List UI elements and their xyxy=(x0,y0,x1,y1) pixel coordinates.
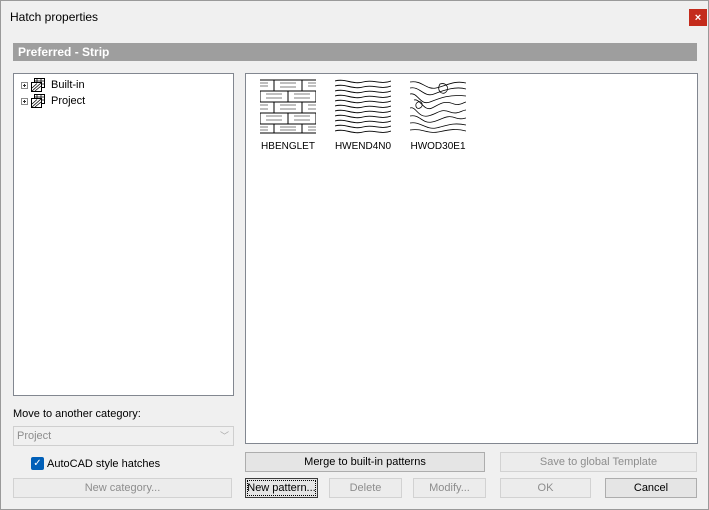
hatch-category-icon xyxy=(31,94,45,108)
section-header: Preferred - Strip xyxy=(13,43,697,61)
move-category-value: Project xyxy=(17,430,52,442)
merge-to-built-in-button[interactable]: Merge to built-in patterns xyxy=(245,452,485,472)
pattern-item-hbenglet[interactable]: HBENGLET xyxy=(250,78,320,153)
pattern-item-hwod30e1[interactable]: HWOD30E1 xyxy=(400,78,470,153)
move-category-select[interactable]: Project ﹀ xyxy=(13,426,234,446)
expand-icon[interactable] xyxy=(21,97,28,105)
save-to-global-template-button[interactable]: Save to global Template xyxy=(500,452,697,472)
tree-item-project[interactable]: Project xyxy=(21,93,85,109)
chevron-down-icon: ﹀ xyxy=(219,431,229,441)
autocad-style-checkbox[interactable]: ✓ xyxy=(31,457,44,470)
brick-pattern-thumbnail xyxy=(260,78,316,134)
tree-item-built-in[interactable]: Built-in xyxy=(21,77,85,93)
pattern-item-hwend4n0[interactable]: HWEND4N0 xyxy=(325,78,395,153)
tree-item-label: Built-in xyxy=(51,79,85,91)
pattern-name: HBENGLET xyxy=(261,141,315,152)
modify-button[interactable]: Modify... xyxy=(413,478,486,498)
wood-grain-pattern-thumbnail xyxy=(410,78,466,134)
autocad-style-label: AutoCAD style hatches xyxy=(47,458,161,470)
title-bar: Hatch properties × xyxy=(1,1,708,33)
delete-button[interactable]: Delete xyxy=(329,478,402,498)
close-button[interactable]: × xyxy=(689,9,707,26)
pattern-name: HWEND4N0 xyxy=(334,141,392,152)
new-category-button[interactable]: New category... xyxy=(13,478,232,498)
tree-item-label: Project xyxy=(51,95,86,107)
checkmark-icon: ✓ xyxy=(33,458,42,469)
move-category-label: Move to another category: xyxy=(13,408,141,420)
expand-icon[interactable] xyxy=(21,81,28,89)
hatch-category-icon xyxy=(31,78,45,92)
new-pattern-button[interactable]: New pattern... xyxy=(245,478,318,498)
pattern-name: HWOD30E1 xyxy=(410,141,466,152)
window-title: Hatch properties xyxy=(10,10,99,24)
wave-pattern-thumbnail xyxy=(335,78,391,134)
pattern-list[interactable]: HBENGLET HWEND4N0 HWOD30E1 xyxy=(245,73,698,444)
cancel-button[interactable]: Cancel xyxy=(605,478,697,498)
ok-button[interactable]: OK xyxy=(500,478,591,498)
category-tree[interactable]: Built-in Project xyxy=(13,73,234,396)
hatch-properties-dialog: Hatch properties × Preferred - Strip Bui… xyxy=(0,0,709,510)
